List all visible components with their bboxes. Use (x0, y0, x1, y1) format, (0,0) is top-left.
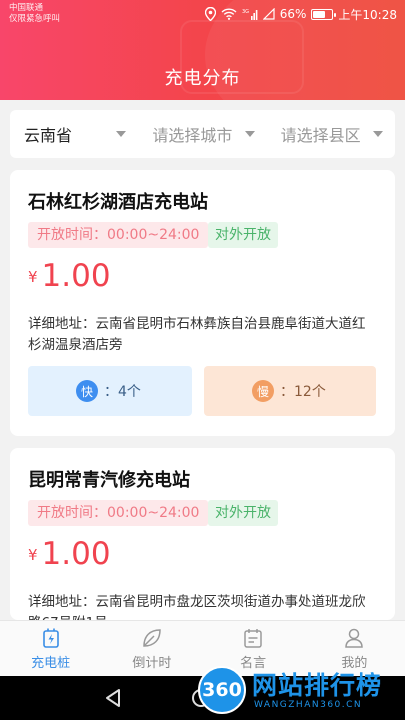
tab-label: 充电桩 (31, 656, 71, 671)
carrier-name: 中国联通 (9, 3, 44, 13)
status-time: 上午10:28 (338, 7, 397, 22)
wifi-icon (221, 8, 237, 20)
calendar-icon (244, 629, 262, 648)
status-bar: 中国联通 仅限紧急呼叫 3G 66% 上午10:28 (0, 0, 405, 28)
station-price: ¥1.00 (28, 536, 111, 572)
station-name: 石林红杉湖酒店充电站 (28, 192, 208, 213)
public-access-tag: 对外开放 (208, 222, 278, 248)
station-card[interactable]: 昆明常青汽修充电站 开放时间：00:00~24:00 对外开放 ¥1.00 详细… (10, 448, 395, 620)
chevron-down-icon (244, 131, 255, 137)
status-icons: 3G 66% 上午10:28 (204, 6, 397, 22)
watermark-logo: 360 网站排行榜 WANGZHAN360.CN (196, 660, 405, 720)
station-name: 昆明常青汽修充电站 (28, 470, 190, 491)
header: 中国联通 仅限紧急呼叫 3G 66% 上午10:28 充电分布 (0, 0, 405, 100)
slow-charge-icon: 慢 (252, 380, 274, 402)
province-value: 云南省 (24, 126, 73, 145)
chevron-down-icon (116, 131, 127, 137)
watermark-url: WANGZHAN360.CN (254, 700, 363, 710)
county-select[interactable]: 请选择县区 (267, 110, 395, 158)
station-address: 详细地址：云南省昆明市盘龙区茨坝街道办事处道班龙欣路67号附1号 (28, 594, 366, 620)
region-filter: 云南省 请选择城市 请选择县区 (10, 110, 395, 158)
fast-charger-count[interactable]: 快 ：4个 (28, 366, 192, 416)
carrier-emergency: 仅限紧急呼叫 (9, 14, 61, 24)
opening-hours-tag: 开放时间：00:00~24:00 (28, 222, 209, 248)
carrier-info: 中国联通 仅限紧急呼叫 (9, 3, 60, 25)
fast-count-text: ：4个 (104, 384, 141, 400)
battery-icon (311, 8, 337, 20)
watermark-badge: 360 (198, 666, 246, 714)
page-title: 充电分布 (164, 68, 241, 89)
tab-countdown[interactable]: 倒计时 (101, 621, 202, 676)
svg-text:3G: 3G (242, 9, 249, 15)
user-icon (345, 628, 364, 648)
city-placeholder: 请选择城市 (152, 126, 233, 145)
public-access-tag: 对外开放 (208, 500, 278, 526)
station-card[interactable]: 石林红杉湖酒店充电站 开放时间：00:00~24:00 对外开放 ¥1.00 详… (10, 170, 395, 436)
county-placeholder: 请选择县区 (280, 126, 361, 145)
station-price: ¥1.00 (28, 258, 111, 294)
currency-symbol: ¥ (28, 546, 38, 564)
back-icon[interactable] (104, 688, 122, 708)
network-icon: 3G (242, 9, 258, 20)
city-select[interactable]: 请选择城市 (138, 110, 266, 158)
price-value: 1.00 (41, 258, 111, 294)
price-value: 1.00 (41, 536, 111, 572)
fast-charge-icon: 快 (76, 380, 98, 402)
location-icon (204, 7, 216, 21)
battery-percent: 66% (279, 7, 307, 21)
province-select[interactable]: 云南省 (10, 110, 138, 158)
slow-count-text: ：12个 (280, 384, 326, 400)
signal-icon (262, 8, 275, 20)
station-address: 详细地址：云南省昆明市石林彝族自治县鹿阜街道大道红杉湖温泉酒店旁 (28, 316, 366, 353)
slow-charger-count[interactable]: 慢 ：12个 (204, 366, 376, 416)
tab-charging-pile[interactable]: 充电桩 (0, 621, 101, 676)
watermark-title: 网站排行榜 (252, 671, 383, 700)
tab-label: 倒计时 (132, 656, 172, 671)
currency-symbol: ¥ (28, 268, 38, 286)
charging-pile-icon (42, 628, 59, 648)
opening-hours-tag: 开放时间：00:00~24:00 (28, 500, 209, 526)
leaf-icon (143, 629, 161, 647)
chevron-down-icon (372, 131, 383, 137)
